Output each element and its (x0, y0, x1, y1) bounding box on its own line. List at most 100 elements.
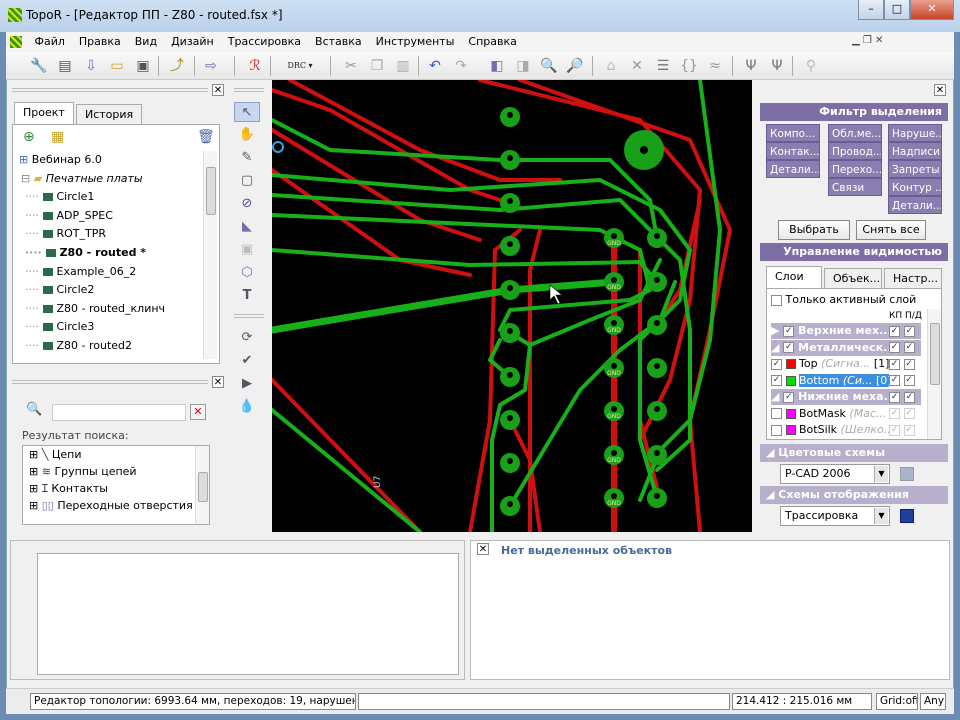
board-item[interactable]: ···· Z80 - routed_клинч (17, 300, 217, 319)
layer-row[interactable]: ✓ Top (Сигна... [1] ✓ ✓ (771, 356, 921, 372)
group-checkbox[interactable]: ✓ (783, 391, 795, 403)
wave-icon[interactable]: ≈ (706, 57, 724, 75)
add-board-icon[interactable]: ⊕ (23, 129, 35, 145)
filter-button[interactable]: Детали... (888, 196, 942, 214)
tree-scrollbar[interactable] (203, 151, 217, 359)
minimize-button[interactable]: – (858, 0, 884, 20)
close-button[interactable]: ✕ (910, 0, 954, 20)
filter-button[interactable]: Запреты (888, 160, 942, 178)
layer-kp-checkbox[interactable]: ✓ (889, 375, 900, 386)
mdi-window-controls[interactable]: ▁ ❐ ✕ (852, 35, 883, 46)
settings-wrench-icon[interactable]: 🔧 (30, 57, 48, 75)
tree-folder[interactable]: ⊟ ▰ Печатные платы (17, 170, 217, 189)
layer-kp-checkbox[interactable]: ✓ (889, 391, 900, 403)
tab-history[interactable]: История (76, 104, 143, 124)
pin-icon[interactable]: ⚲ (802, 57, 820, 75)
layer-row[interactable]: BotSilk (Шелко... ✓ ✓ (771, 422, 921, 438)
only-active-layer-checkbox[interactable]: Только активный слой (771, 293, 916, 306)
delete-icon[interactable]: ✕ (628, 57, 646, 75)
filter-button[interactable]: Детали... (766, 160, 820, 178)
layer-row[interactable]: BotMask (Мас... ✓ ✓ (771, 405, 921, 422)
group-checkbox[interactable]: ✓ (783, 342, 795, 353)
layer-kp-checkbox[interactable]: ✓ (889, 408, 900, 419)
pan-hand-tool-icon[interactable]: ✋ (234, 125, 260, 145)
layer-pd-checkbox[interactable]: ✓ (903, 391, 915, 403)
filter-button[interactable]: Наруше... (888, 124, 942, 142)
tab-objects[interactable]: Объек... (824, 268, 882, 288)
export-icon[interactable]: ⤴ (168, 57, 186, 75)
maximize-button[interactable]: □ (884, 0, 910, 20)
color-scheme-select[interactable]: P-CAD 2006 ▼ (780, 464, 890, 484)
display-scheme-select[interactable]: Трассировка ▼ (780, 506, 890, 526)
result-vias[interactable]: ⊞ ▯▯ Переходные отверстия (23, 497, 209, 514)
group-checkbox[interactable]: ✓ (783, 325, 795, 337)
shapes-tool-icon[interactable]: ⬡ (234, 263, 260, 283)
layer-checkbox[interactable]: ✓ (771, 358, 782, 370)
close-right-panel-button[interactable]: ✕ (934, 84, 946, 96)
polygon-tool-icon[interactable]: ◣ (234, 217, 260, 237)
zoom-next-icon[interactable]: ◨ (514, 57, 532, 75)
layer-kp-checkbox[interactable]: ✓ (889, 424, 900, 436)
board-item[interactable]: ···· Circle3 (17, 318, 217, 337)
rotate-tool-icon[interactable]: ⟳ (234, 328, 260, 348)
board-item[interactable]: ···· ROT_TPR (17, 225, 217, 244)
result-net-groups[interactable]: ⊞ ≋ Группы цепей (23, 463, 209, 480)
menu-tools[interactable]: Инструменты (369, 32, 462, 52)
clear-all-button[interactable]: Снять все (856, 220, 926, 240)
probe-icon[interactable]: Ψ (742, 57, 760, 75)
save-display-scheme-icon[interactable] (900, 509, 914, 523)
autoroute-icon[interactable]: ℛ (246, 57, 264, 75)
result-pins[interactable]: ⊞ Ɪ Контакты (23, 480, 209, 497)
layer-pd-checkbox[interactable]: ✓ (903, 325, 915, 337)
menu-view[interactable]: Вид (128, 32, 164, 52)
result-nets[interactable]: ⊞ ╲ Цепи (23, 446, 209, 463)
select-tool-icon[interactable]: ↖ (234, 102, 260, 122)
close-panel-button[interactable]: ✕ (212, 84, 224, 96)
board-item[interactable]: ···· Circle1 (17, 188, 217, 207)
filter-button[interactable]: Перехо... (828, 160, 882, 178)
tree-root[interactable]: ⊞ Вебинар 6.0 (17, 151, 217, 170)
status-grid[interactable]: Grid:off (876, 693, 918, 710)
filter-button[interactable]: Провод... (828, 142, 882, 160)
layer-checkbox[interactable]: ✓ (771, 375, 782, 386)
menu-insert[interactable]: Вставка (308, 32, 369, 52)
save-icon[interactable]: ▣ (134, 57, 152, 75)
import-icon[interactable]: ⇩ (82, 57, 100, 75)
outline-tool-icon[interactable]: ▢ (234, 171, 260, 191)
open-board-icon[interactable]: ▦ (51, 129, 64, 145)
open-folder-icon[interactable]: ▭ (108, 57, 126, 75)
trash-icon[interactable]: 🗑 (197, 129, 215, 145)
menu-routing[interactable]: Трассировка (221, 32, 308, 52)
results-scrollbar[interactable] (195, 446, 209, 524)
layer-pd-checkbox[interactable]: ✓ (903, 424, 915, 436)
board-item[interactable]: ···· Circle2 (17, 281, 217, 300)
board-item[interactable]: ···· Example_06_2 (17, 263, 217, 282)
layer-row[interactable]: ▶ ✓ Верхние мех... ✓ ✓ (771, 323, 921, 339)
drc-dropdown[interactable]: DRC ▾ (280, 57, 320, 75)
new-file-icon[interactable]: ▤ (56, 57, 74, 75)
filter-button[interactable]: Надписи (888, 142, 942, 160)
menu-file[interactable]: Файл (28, 32, 72, 52)
filter-button[interactable]: Контур ... (888, 178, 942, 196)
visibility-header[interactable]: Управление видимостью (760, 243, 948, 261)
connect-icon[interactable]: {} (680, 57, 698, 75)
pcb-drawing[interactable]: GND GND GND GND GND GND GND U7 (272, 80, 752, 532)
filter-button[interactable]: Контак... (766, 142, 820, 160)
layer-pd-checkbox[interactable]: ✓ (903, 342, 915, 353)
play-tool-icon[interactable]: ▶ (234, 374, 260, 394)
search-input[interactable] (52, 404, 186, 421)
filter-button[interactable]: Обл.ме... (828, 124, 882, 142)
zoom-prev-icon[interactable]: ◧ (488, 57, 506, 75)
layers-scrollbar[interactable] (927, 309, 941, 439)
paste-icon[interactable]: ▥ (394, 57, 412, 75)
undo-icon[interactable]: ↶ (426, 57, 444, 75)
redo-icon[interactable]: ↷ (452, 57, 470, 75)
exit-icon[interactable]: ⇨ (202, 57, 220, 75)
layer-row[interactable]: ◢ ✓ Нижние меха... ✓ ✓ (771, 389, 921, 405)
layer-checkbox[interactable] (771, 408, 782, 419)
selection-filter-header[interactable]: Фильтр выделения (760, 103, 948, 121)
layer-pd-checkbox[interactable]: ✓ (903, 408, 915, 419)
layer-kp-checkbox[interactable]: ✓ (889, 358, 900, 370)
layer-kp-checkbox[interactable]: ✓ (889, 342, 900, 353)
layer-kp-checkbox[interactable]: ✓ (889, 325, 900, 337)
